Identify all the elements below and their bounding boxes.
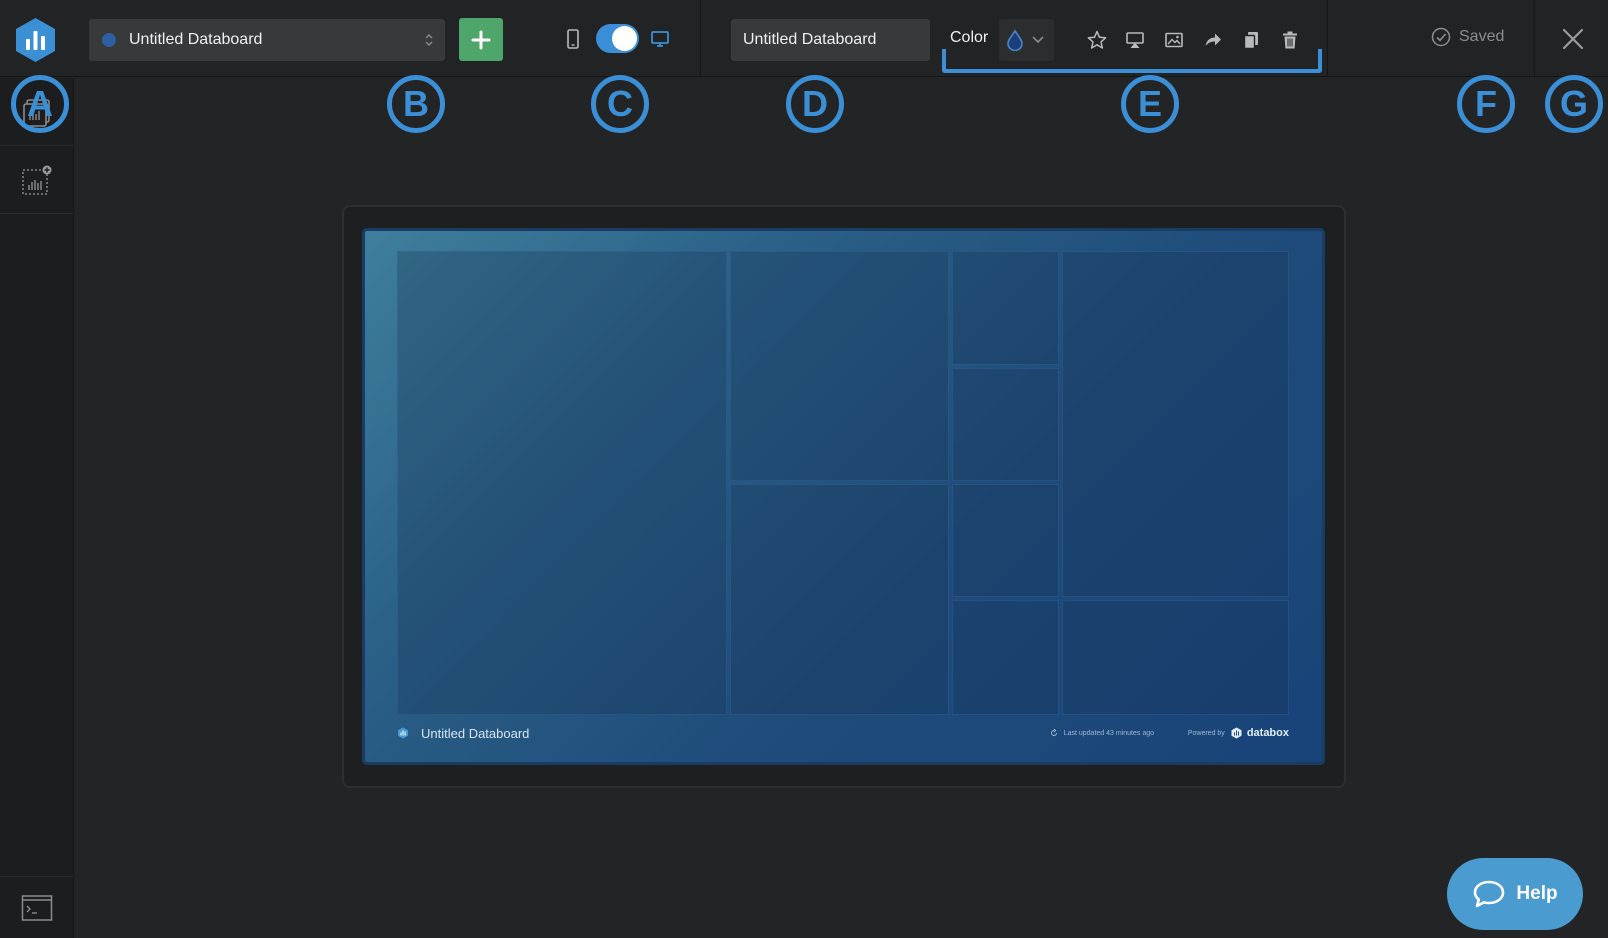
image-icon[interactable] [1163, 29, 1185, 51]
databoard-color-dot [102, 33, 116, 47]
plus-icon [471, 30, 491, 49]
mobile-device-icon[interactable] [563, 28, 583, 50]
saved-label: Saved [1459, 28, 1505, 45]
datablock-slot[interactable] [952, 600, 1059, 715]
callout-a: A [11, 75, 69, 133]
divider [700, 0, 701, 77]
powered-by-label: Powered by [1187, 729, 1225, 737]
datablock-slot[interactable] [1062, 600, 1289, 715]
sidebar-item-console[interactable] [0, 876, 73, 938]
databoard-preview: Untitled Databoard Last updated 43 minut… [362, 228, 1325, 765]
datablock-grid [397, 251, 1289, 715]
star-icon[interactable] [1086, 29, 1108, 51]
datablock-slot[interactable] [730, 484, 949, 715]
divider [1327, 0, 1328, 77]
datablock-slot[interactable] [952, 251, 1059, 365]
chevron-down-icon [1032, 36, 1044, 44]
databoard-selector[interactable]: Untitled Databoard [89, 19, 445, 61]
powered-by: Powered by databox [1188, 727, 1289, 739]
sidebar-item-add-datablock[interactable] [0, 146, 73, 214]
desktop-device-icon[interactable] [649, 29, 671, 49]
datablock-slot[interactable] [1062, 251, 1289, 597]
check-circle-icon [1431, 27, 1451, 47]
callout-e: E [1121, 75, 1179, 133]
share-icon[interactable] [1202, 29, 1224, 51]
databox-logo-icon[interactable] [14, 17, 57, 63]
droplet-icon [1007, 29, 1023, 51]
toolbar-bracket [942, 49, 1322, 73]
refresh-icon [1050, 729, 1057, 736]
brand-label: databox [1246, 727, 1289, 739]
top-bar: Untitled Databoard Untitled Databoard Co… [0, 0, 1608, 77]
app-root: Untitled Databoard Untitled Databoard Co… [0, 0, 1608, 938]
help-label: Help [1516, 883, 1558, 904]
databox-logo-icon [1231, 727, 1242, 739]
datablock-slot[interactable] [952, 368, 1059, 481]
callout-b: B [387, 75, 445, 133]
trash-icon[interactable] [1279, 29, 1301, 51]
select-arrows-icon [425, 34, 433, 46]
left-sidebar [0, 78, 74, 938]
datablock-slot[interactable] [730, 251, 949, 481]
databoard-selector-label: Untitled Databoard [129, 31, 263, 48]
callout-d: D [786, 75, 844, 133]
datablock-slot[interactable] [397, 251, 727, 715]
saved-status: Saved [1431, 27, 1504, 47]
datablock-slot[interactable] [952, 484, 1059, 597]
help-button[interactable]: Help [1447, 858, 1583, 930]
callout-c: C [591, 75, 649, 133]
divider [1534, 0, 1535, 77]
device-view-toggle[interactable] [596, 24, 639, 53]
color-label: Color [950, 29, 989, 46]
last-updated-status: Last updated 43 minutes ago [1050, 729, 1154, 737]
callout-g: G [1545, 75, 1603, 133]
last-updated-label: Last updated 43 minutes ago [1063, 729, 1154, 737]
terminal-icon [21, 894, 52, 921]
board-footer-title: Untitled Databoard [421, 725, 530, 741]
add-datablock-icon [21, 165, 51, 195]
airplay-icon[interactable] [1124, 29, 1146, 51]
toggle-knob [612, 26, 637, 51]
close-icon[interactable] [1560, 26, 1586, 52]
board-footer: Untitled Databoard Last updated 43 minut… [397, 722, 1289, 744]
callout-f: F [1457, 75, 1515, 133]
databoard-title-input[interactable] [731, 19, 930, 61]
add-databoard-button[interactable] [459, 18, 503, 61]
databox-logo-icon [398, 727, 408, 739]
chat-bubble-icon [1474, 880, 1505, 908]
copy-icon[interactable] [1240, 29, 1262, 51]
